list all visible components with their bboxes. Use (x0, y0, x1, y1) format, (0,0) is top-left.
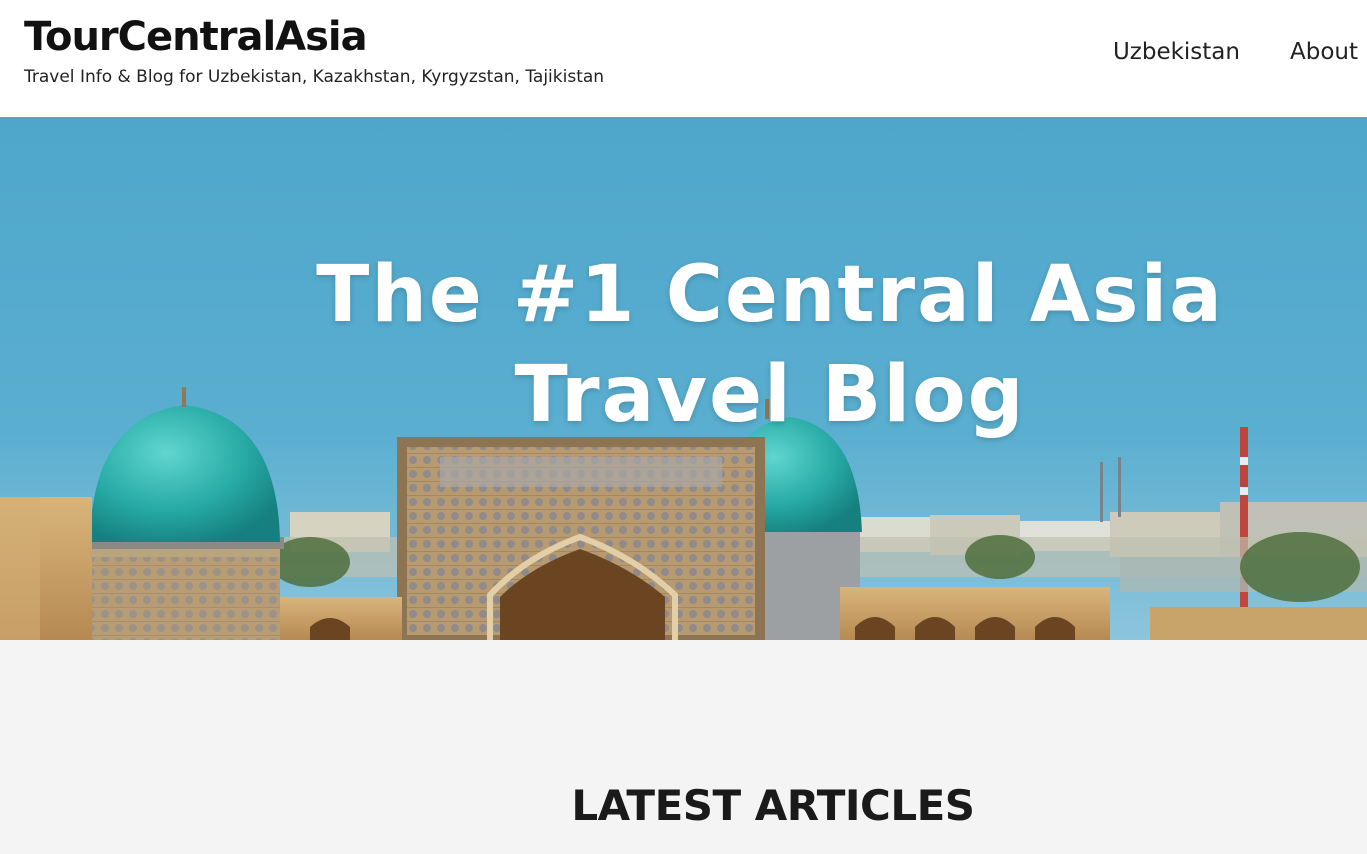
brand: TourCentralAsia Travel Info & Blog for U… (24, 12, 604, 92)
main-nav: Uzbekistan About (1113, 34, 1358, 70)
site-title[interactable]: TourCentralAsia (24, 12, 604, 62)
hero-title-line2: Travel Blog (514, 350, 1026, 440)
hero-banner: The #1 Central Asia Travel Blog (0, 117, 1367, 640)
nav-link-uzbekistan[interactable]: Uzbekistan (1113, 34, 1240, 70)
portal (397, 437, 765, 640)
hero-title: The #1 Central Asia Travel Blog (270, 245, 1270, 445)
latest-articles-section: LATEST ARTICLES (0, 640, 1367, 854)
site-tagline: Travel Info & Blog for Uzbekistan, Kazak… (24, 67, 605, 87)
nav-link-about[interactable]: About (1290, 34, 1358, 70)
site-header: TourCentralAsia Travel Info & Blog for U… (0, 0, 1367, 117)
latest-articles-heading: LATEST ARTICLES (571, 781, 975, 830)
hero-title-line1: The #1 Central Asia (316, 250, 1224, 340)
